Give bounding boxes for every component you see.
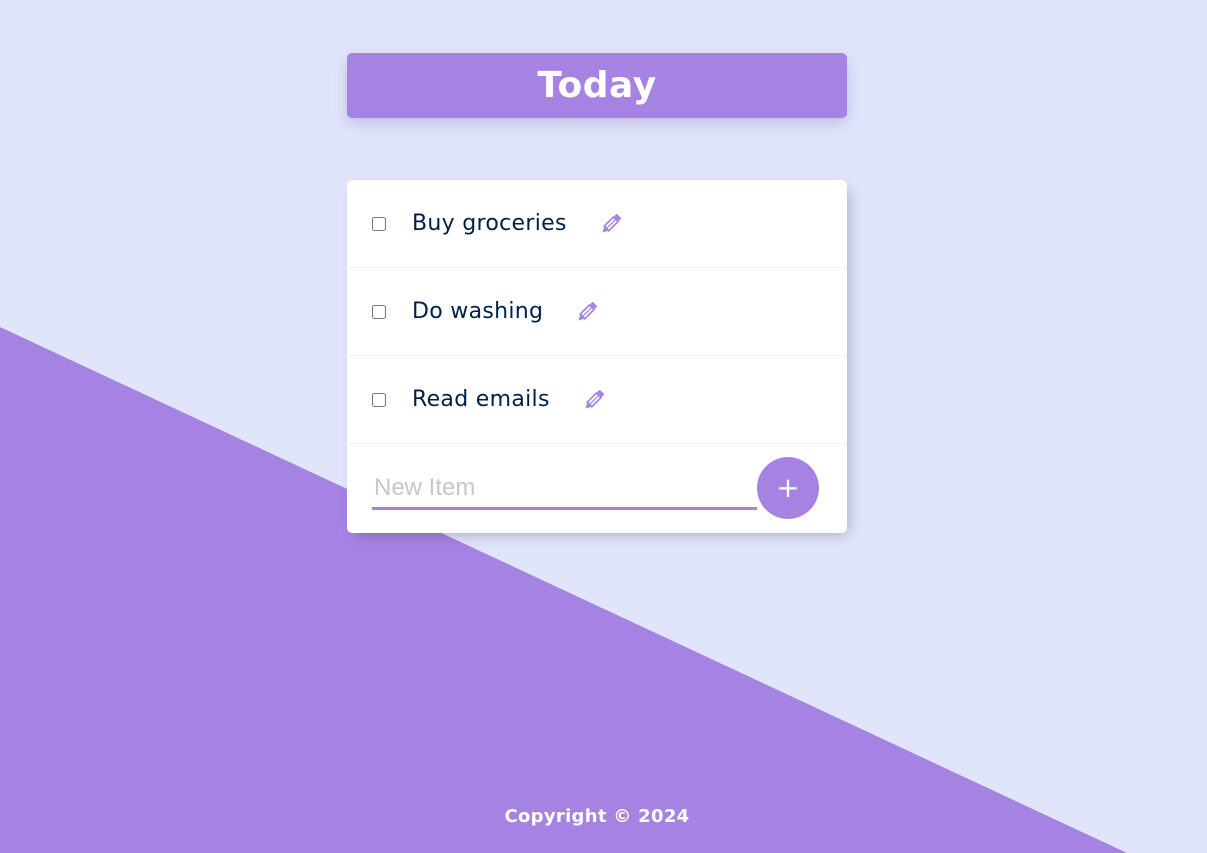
page-title: Today <box>537 65 657 106</box>
todo-list-card: Buy groceries Do washing Read emails New… <box>347 180 847 533</box>
new-item-form: + <box>347 444 847 532</box>
item-label: Read emails <box>412 387 550 412</box>
item-checkbox[interactable] <box>372 216 386 231</box>
list-item: Buy groceries <box>347 180 847 268</box>
item-checkbox[interactable] <box>372 304 386 319</box>
pencil-icon[interactable] <box>573 298 601 326</box>
list-item: Read emails <box>347 356 847 444</box>
item-label: Buy groceries <box>412 211 567 236</box>
item-label: Do washing <box>412 299 544 324</box>
item-checkbox[interactable] <box>372 392 386 407</box>
copyright-text: Copyright © 2024 <box>504 806 690 827</box>
pencil-icon[interactable] <box>597 210 625 238</box>
pencil-icon[interactable] <box>580 386 608 414</box>
list-item: Do washing <box>347 268 847 356</box>
footer: Copyright © 2024 <box>0 806 1194 827</box>
page-heading-box: Today <box>347 53 847 118</box>
new-item-input[interactable] <box>372 468 757 510</box>
add-item-button[interactable]: + <box>757 457 819 519</box>
